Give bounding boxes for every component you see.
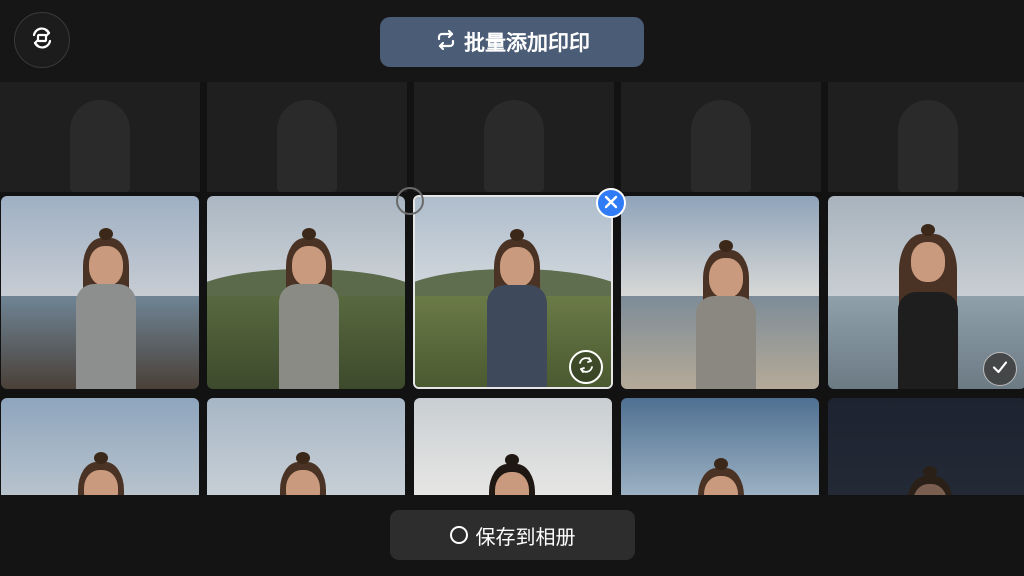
selected-check-badge[interactable] (983, 352, 1017, 386)
remove-photo-button[interactable] (596, 188, 626, 218)
save-to-album-button[interactable]: 保存到相册 (390, 510, 635, 560)
circle-icon (449, 526, 468, 544)
batch-add-watermark-button[interactable]: 批量添加印印 (380, 17, 644, 67)
photo-thumbnail[interactable] (207, 196, 405, 389)
save-to-album-label: 保存到相册 (475, 524, 576, 549)
dimmed-thumbnail (0, 82, 200, 192)
repeat-icon (434, 28, 458, 57)
dimmed-thumbnail (828, 82, 1024, 192)
dimmed-thumbnail (621, 82, 821, 192)
close-icon (604, 194, 618, 213)
photo-thumbnail[interactable] (414, 398, 612, 495)
photo-thumbnail[interactable] (1, 196, 199, 389)
photo-thumbnail[interactable] (621, 196, 819, 389)
dimmed-thumbnail (414, 82, 614, 192)
batch-add-watermark-label: 批量添加印印 (464, 31, 590, 55)
check-icon (991, 358, 1009, 380)
dimmed-preview-strip (0, 82, 1024, 192)
photo-thumbnail[interactable] (207, 398, 405, 495)
photo-thumbnail[interactable] (621, 398, 819, 495)
dimmed-thumbnail (207, 82, 407, 192)
photo-thumbnail[interactable] (828, 398, 1024, 495)
rotate-camera-button[interactable] (14, 12, 70, 68)
unselected-indicator[interactable] (396, 187, 424, 215)
photo-thumbnail[interactable] (1, 398, 199, 495)
rotate-camera-icon (29, 25, 55, 55)
rotate-photo-button[interactable] (569, 350, 603, 384)
rotate-camera-icon (576, 355, 596, 379)
